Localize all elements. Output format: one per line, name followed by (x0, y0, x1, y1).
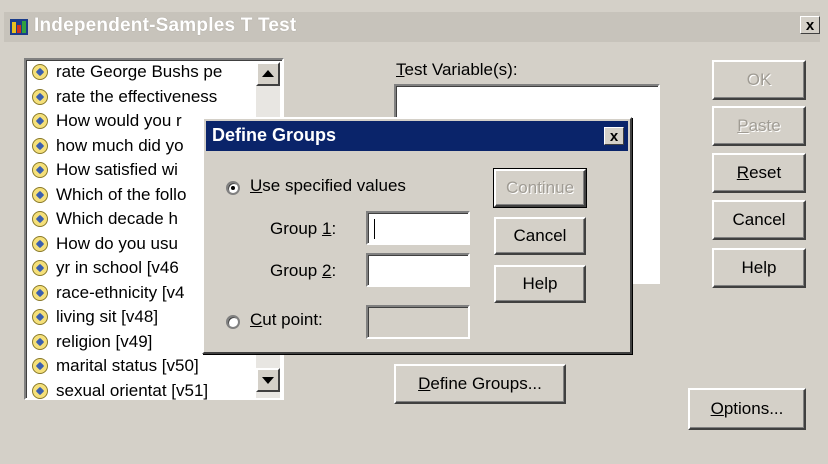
scale-variable-icon (32, 64, 48, 80)
scale-variable-icon (32, 137, 48, 154)
use-specified-values-label: Use specified values (250, 176, 406, 195)
scale-variable-icon (32, 235, 48, 252)
scale-variable-icon (32, 382, 48, 399)
window-title: Independent-Samples T Test (34, 15, 297, 36)
test-variables-label: Test Variable(s): (396, 60, 518, 79)
group-2-label: Group 2: (270, 261, 337, 280)
dialog-cancel-button[interactable]: Cancel (494, 217, 586, 255)
variable-label: how much did yo (56, 135, 184, 155)
variable-label: Which decade h (56, 209, 178, 228)
variable-label: sexual orientat [v51] (56, 380, 209, 400)
scale-variable-icon (32, 162, 48, 178)
define-groups-button[interactable]: Define Groups... (394, 364, 566, 404)
close-icon: x (609, 128, 619, 145)
variable-label: living sit [v48] (56, 307, 159, 326)
variable-list-item[interactable]: sexual orientat [v51] (26, 379, 284, 401)
variable-label: How do you usu (56, 233, 178, 253)
define-groups-dialog: Define Groups x Use specified values Gro… (202, 117, 632, 354)
define-groups-close-button[interactable]: x (604, 127, 624, 145)
cut-point-input[interactable] (366, 305, 470, 339)
variable-label: How satisfied wi (56, 160, 178, 179)
options-button[interactable]: Options... (688, 388, 806, 430)
variable-list-item[interactable]: marital status [v50] (26, 354, 284, 379)
variable-label: marital status [v50] (56, 356, 199, 375)
scroll-down-button[interactable] (256, 368, 280, 392)
arrow-down-icon (262, 377, 274, 384)
define-groups-title: Define Groups (212, 125, 337, 145)
dialog-help-button[interactable]: Help (494, 265, 586, 303)
help-button[interactable]: Help (712, 248, 806, 288)
window-close-button[interactable]: x (800, 16, 820, 34)
group-2-input[interactable] (366, 253, 470, 287)
variable-label: religion [v49] (56, 331, 153, 351)
cancel-button[interactable]: Cancel (712, 200, 806, 240)
scale-variable-icon (32, 284, 48, 301)
scale-variable-icon (32, 309, 48, 325)
cut-point-label: Cut point: (250, 310, 323, 329)
scale-variable-icon (32, 113, 48, 129)
arrow-up-icon (262, 70, 274, 77)
scroll-up-button[interactable] (256, 62, 280, 86)
paste-button[interactable]: Paste (712, 106, 806, 146)
scale-variable-icon (32, 260, 48, 276)
scale-variable-icon (32, 186, 48, 203)
continue-button[interactable]: Continue (493, 168, 587, 208)
variable-label: rate George Bushs pe (56, 62, 223, 81)
scale-variable-icon (32, 211, 48, 227)
scale-variable-icon (32, 88, 48, 105)
ok-button[interactable]: OK (712, 60, 806, 100)
variable-list-item[interactable]: rate the effectiveness (26, 85, 284, 110)
group-1-label: Group 1: (270, 219, 337, 238)
scale-variable-icon (32, 333, 48, 350)
define-groups-title-bar: Define Groups (206, 121, 628, 151)
variable-list-item[interactable]: rate George Bushs pe (26, 60, 284, 85)
use-specified-values-radio[interactable] (226, 181, 240, 195)
window-title-bar: Independent-Samples T Test (4, 12, 820, 42)
app-icon (10, 19, 28, 35)
text-caret (374, 219, 375, 239)
variable-label: How would you r (56, 111, 182, 130)
cut-point-radio[interactable] (226, 315, 240, 329)
scale-variable-icon (32, 358, 48, 374)
variable-label: yr in school [v46 (56, 258, 179, 277)
variable-label: rate the effectiveness (56, 86, 218, 106)
close-icon: x (805, 17, 815, 34)
variable-label: race-ethnicity [v4 (56, 282, 185, 302)
group-1-input[interactable] (366, 211, 470, 245)
reset-button[interactable]: Reset (712, 153, 806, 193)
variable-label: Which of the follo (56, 184, 187, 204)
